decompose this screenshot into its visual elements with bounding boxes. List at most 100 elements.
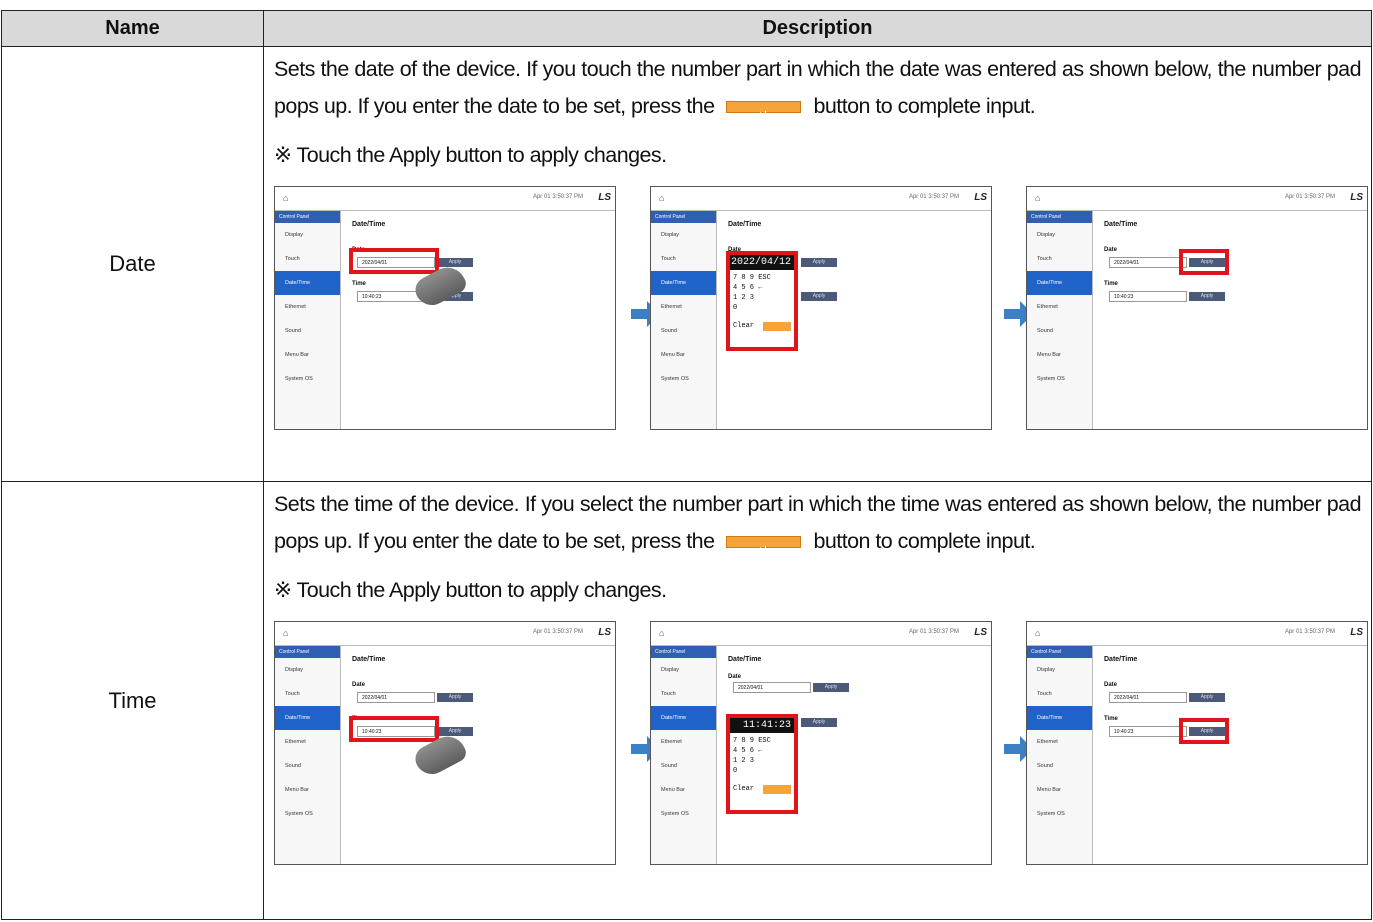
sidebar-item-touch: Touch <box>285 691 300 697</box>
description-table: Name Description Date Sets the date of t… <box>1 10 1372 920</box>
apply-button: Apply <box>801 718 837 727</box>
sidebar-item-touch: Touch <box>661 691 676 697</box>
sidebar-item-sound: Sound <box>661 328 677 334</box>
time-field: 10:40:23 <box>1109 291 1187 302</box>
sidebar-item-datetime: Date/Time <box>275 271 340 295</box>
apply-button: Apply <box>437 693 473 702</box>
sidebar-item-display: Display <box>661 232 680 238</box>
screen-sidebar: Control Panel Display Touch Date/Time Et… <box>651 646 717 864</box>
enter-key-icon <box>763 321 791 331</box>
sidebar-item-menubar: Menu Bar <box>285 352 309 358</box>
time-field: 10:40:23 <box>1109 726 1187 737</box>
sidebar-item-ethernet: Ethernet <box>661 739 682 745</box>
apply-button: Apply <box>1189 292 1225 301</box>
pad-keys: 7 8 9 ESC 4 5 6 ← 1 2 3 0 Clear <box>730 270 794 334</box>
screen-shot-3: ⌂ Apr 01 3:50:37 PM LS Control Panel Displ… <box>1026 621 1368 865</box>
description-text-end: button to complete input. <box>813 94 1036 118</box>
sidebar-item-ethernet: Ethernet <box>1037 304 1058 310</box>
row-desc-date: Sets the date of the device. If you touc… <box>263 46 1372 482</box>
pad-row: 1 2 3 <box>733 294 755 302</box>
pad-bottom: Clear <box>733 784 791 794</box>
sidebar-item-datetime: Date/Time <box>651 271 716 295</box>
pad-keys: 7 8 9 ESC 4 5 6 ← 1 2 3 0 Clear <box>730 733 794 797</box>
screen-topbar: ⌂ Apr 01 3:50:37 PM LS <box>651 622 991 646</box>
sidebar-item-ethernet: Ethernet <box>285 739 306 745</box>
date-label: Date <box>352 682 366 688</box>
screen-shot-3: ⌂ Apr 01 3:50:37 PM LS Control Panel Displ… <box>1026 186 1368 430</box>
sidebar-item-systemos: System OS <box>285 376 313 382</box>
sidebar-item-datetime: Date/Time <box>651 706 716 730</box>
sidebar-header: Control Panel <box>1027 211 1092 223</box>
sidebar-item-sound: Sound <box>285 763 301 769</box>
pane-title: Date/Time <box>1104 656 1138 663</box>
status-text: Apr 01 3:50:37 PM <box>1284 194 1335 200</box>
apply-note: ※ Touch the Apply button to apply change… <box>274 578 667 602</box>
apply-button: Apply <box>437 727 473 736</box>
pad-row: 4 5 6 ← <box>733 747 763 755</box>
enter-key-icon <box>763 784 791 794</box>
sidebar-item-touch: Touch <box>661 256 676 262</box>
apply-button: Apply <box>1189 693 1225 702</box>
screen-topbar: ⌂ Apr 01 3:50:37 PM LS <box>275 187 615 211</box>
screen-shot-1: ⌂ Apr 01 3:50:37 PM LS Control Panel Displ… <box>274 621 616 865</box>
number-pad: 11:41:23 7 8 9 ESC 4 5 6 ← 1 2 3 0 Clear <box>726 714 798 814</box>
sidebar-item-sound: Sound <box>1037 328 1053 334</box>
highlight-box <box>349 716 439 742</box>
date-field: 2022/04/01 <box>1109 257 1187 268</box>
date-label: Date <box>728 674 742 680</box>
sidebar-item-display: Display <box>661 667 680 673</box>
pad-clear: Clear <box>733 785 755 793</box>
pad-bottom: Clear <box>733 321 791 331</box>
brand-logo: LS <box>1350 192 1363 203</box>
date-field: 2022/04/01 <box>1109 692 1187 703</box>
screen-sidebar: Control Panel Display Touch Date/Time Et… <box>651 211 717 429</box>
screen-topbar: ⌂ Apr 01 3:50:37 PM LS <box>1027 622 1367 646</box>
table-header-row: Name Description <box>1 10 1372 47</box>
sidebar-item-datetime: Date/Time <box>275 706 340 730</box>
home-icon: ⌂ <box>1035 193 1041 203</box>
time-screenshots: ⌂ Apr 01 3:50:37 PM LS Control Panel Displ… <box>274 621 1368 871</box>
description-paragraph: Sets the time of the device. If you sele… <box>274 486 1362 568</box>
time-label: Time <box>1104 281 1118 287</box>
row-name-date: Date <box>1 46 264 482</box>
pad-display: 11:41:23 <box>730 718 794 733</box>
brand-logo: LS <box>974 627 987 638</box>
screen-sidebar: Control Panel Display Touch Date/Time Et… <box>1027 646 1093 864</box>
pad-row: 7 8 9 ESC <box>733 274 771 282</box>
pane-title: Date/Time <box>728 221 762 228</box>
sidebar-header: Control Panel <box>275 211 340 223</box>
number-pad: 2022/04/12 7 8 9 ESC 4 5 6 ← 1 2 3 0 Cle… <box>726 251 798 351</box>
enter-key-icon <box>726 531 802 568</box>
enter-key-icon <box>726 96 802 133</box>
sidebar-item-display: Display <box>285 667 304 673</box>
sidebar-item-systemos: System OS <box>661 376 689 382</box>
sidebar-item-systemos: System OS <box>285 811 313 817</box>
screen-shot-1: ⌂ Apr 01 3:50:37 PM LS Control Panel Displ… <box>274 186 616 430</box>
sidebar-item-ethernet: Ethernet <box>661 304 682 310</box>
pad-display: 2022/04/12 <box>730 255 794 270</box>
sidebar-item-systemos: System OS <box>661 811 689 817</box>
sidebar-item-systemos: System OS <box>1037 811 1065 817</box>
sidebar-header: Control Panel <box>651 646 716 658</box>
screen-shot-2: ⌂ Apr 01 3:50:37 PM LS Control Panel Displ… <box>650 621 992 865</box>
pad-row: 4 5 6 ← <box>733 284 763 292</box>
brand-logo: LS <box>598 192 611 203</box>
date-field: 2022/04/01 <box>733 682 811 693</box>
screen-topbar: ⌂ Apr 01 3:50:37 PM LS <box>275 622 615 646</box>
date-field: 2022/04/01 <box>357 692 435 703</box>
description-paragraph: Sets the date of the device. If you touc… <box>274 51 1362 133</box>
pane-title: Date/Time <box>728 656 762 663</box>
pad-clear: Clear <box>733 322 755 330</box>
screen-sidebar: Control Panel Display Touch Date/Time Et… <box>275 211 341 429</box>
sidebar-item-display: Display <box>1037 232 1056 238</box>
pane-title: Date/Time <box>352 221 386 228</box>
highlight-box <box>1179 249 1229 275</box>
screen-topbar: ⌂ Apr 01 3:50:37 PM LS <box>651 187 991 211</box>
pad-row: 1 2 3 <box>733 757 755 765</box>
sidebar-item-ethernet: Ethernet <box>285 304 306 310</box>
date-screenshots: ⌂ Apr 01 3:50:37 PM LS Control Panel Displ… <box>274 186 1368 436</box>
sidebar-header: Control Panel <box>651 211 716 223</box>
pad-row: 7 8 9 ESC <box>733 737 771 745</box>
status-text: Apr 01 3:50:37 PM <box>1284 629 1335 635</box>
screen-shot-2: ⌂ Apr 01 3:50:37 PM LS Control Panel Displ… <box>650 186 992 430</box>
